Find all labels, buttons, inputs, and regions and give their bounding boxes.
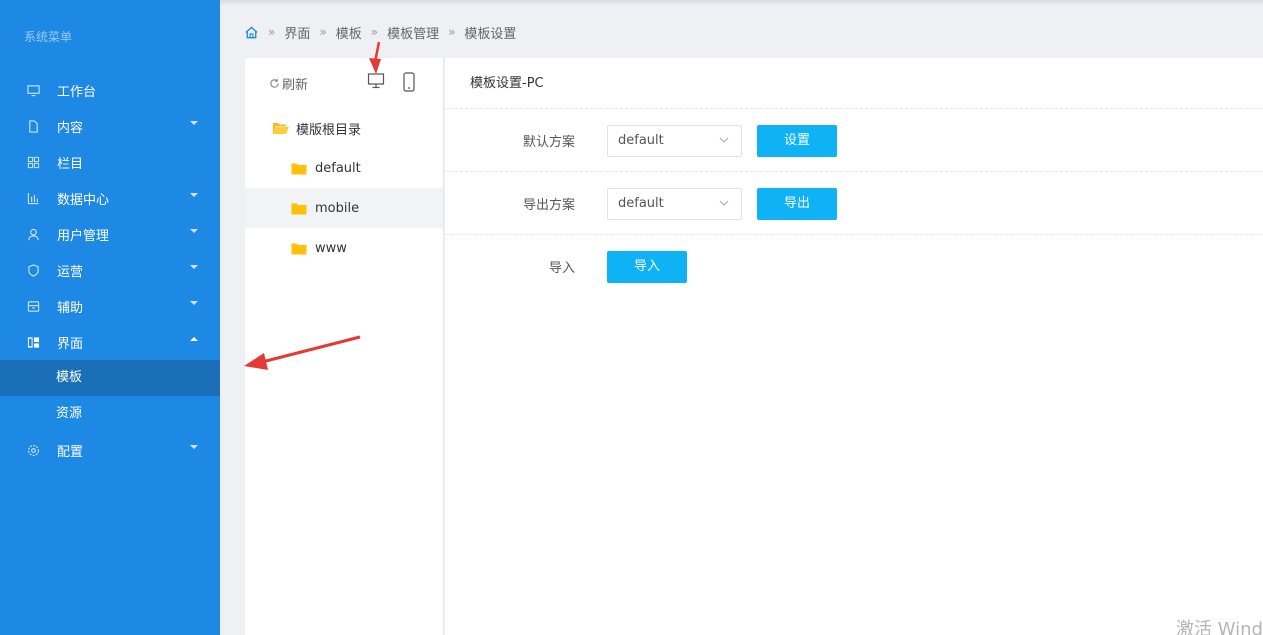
sidebar-item-user-management[interactable]: 用户管理 [0, 216, 220, 252]
export-button[interactable]: 导出 [757, 188, 837, 220]
tree-toolbar: 刷新 [245, 58, 443, 106]
sidebar-item-auxiliary[interactable]: 辅助 [0, 288, 220, 324]
grid-icon [26, 155, 40, 169]
default-scheme-select[interactable]: default [607, 125, 742, 157]
breadcrumb-item[interactable]: 模板管理 [387, 23, 439, 42]
chevron-down-icon [719, 200, 729, 206]
sidebar-item-columns[interactable]: 栏目 [0, 144, 220, 180]
form-label: 导入 [548, 261, 575, 276]
sidebar-item-label: 辅助 [57, 300, 84, 316]
bar-chart-icon [26, 191, 40, 205]
sidebar-item-data-center[interactable]: 数据中心 [0, 180, 220, 216]
sidebar-subitem-template[interactable]: 模板 [0, 360, 220, 396]
desktop-icon[interactable] [367, 72, 385, 90]
breadcrumb-separator: » [319, 25, 327, 39]
sidebar: 系统菜单 工作台 内容 栏目 数据中心 用户管理 运营 辅助 界面 模板 资源 … [0, 0, 220, 635]
sidebar-item-workbench[interactable]: 工作台 [0, 72, 220, 108]
breadcrumb-item-current: 模板设置 [464, 26, 517, 42]
export-scheme-select[interactable]: default [607, 188, 742, 220]
mobile-icon[interactable] [402, 72, 416, 92]
sidebar-title: 系统菜单 [24, 30, 73, 44]
tree-node-label: mobile [315, 200, 360, 216]
tree-root-label: 模版根目录 [296, 122, 362, 138]
chevron-down-icon [190, 301, 198, 305]
chevron-down-icon [190, 193, 198, 197]
sidebar-item-label: 界面 [57, 336, 84, 352]
folder-icon [291, 203, 307, 214]
panel-title: 模板设置-PC [470, 76, 544, 91]
sidebar-item-label: 配置 [57, 444, 84, 460]
folder-icon [291, 163, 307, 174]
sidebar-item-content[interactable]: 内容 [0, 108, 220, 144]
user-icon [26, 227, 40, 241]
breadcrumb: » 界面 » 模板 » 模板管理 » 模板设置 [244, 20, 516, 44]
refresh-button[interactable]: 刷新 [269, 74, 308, 93]
select-value: default [618, 133, 664, 148]
sidebar-item-label: 工作台 [57, 84, 97, 100]
sidebar-item-label: 数据中心 [57, 192, 110, 208]
form-row-import: 导入 导入 [445, 234, 1263, 297]
form-label: 默认方案 [522, 135, 575, 150]
breadcrumb-separator: » [448, 25, 456, 39]
breadcrumb-item[interactable]: 模板 [336, 23, 362, 42]
set-button[interactable]: 设置 [757, 125, 837, 157]
activation-watermark: 激活 Windows [1176, 619, 1263, 635]
top-shadow [220, 0, 1263, 6]
tree-node-label: default [315, 160, 361, 176]
chevron-down-icon [190, 445, 198, 449]
sidebar-item-interface[interactable]: 界面 [0, 324, 220, 360]
gear-icon [26, 443, 40, 457]
monitor-icon [26, 83, 40, 97]
chevron-down-icon [719, 137, 729, 143]
sidebar-subitem-resources[interactable]: 资源 [0, 396, 220, 432]
chevron-down-icon [190, 229, 198, 233]
tree-node[interactable]: mobile [245, 188, 443, 228]
shield-icon [26, 263, 40, 277]
breadcrumb-separator: » [268, 25, 276, 39]
form-row-export-scheme: 导出方案 default 导出 [445, 171, 1263, 234]
chevron-down-icon [190, 265, 198, 269]
sidebar-item-config[interactable]: 配置 [0, 432, 220, 468]
layout-icon [26, 335, 40, 349]
import-button[interactable]: 导入 [607, 251, 687, 283]
refresh-icon [270, 78, 279, 88]
tree-node[interactable]: default [245, 148, 443, 188]
home-icon[interactable] [244, 25, 259, 40]
tree-node-label: www [315, 240, 347, 256]
breadcrumb-item[interactable]: 界面 [284, 23, 310, 42]
sidebar-item-label: 内容 [57, 120, 84, 136]
sidebar-item-label: 运营 [57, 264, 84, 280]
chevron-down-icon [190, 121, 198, 125]
tree-root-folder[interactable]: 模版根目录 [245, 108, 443, 148]
breadcrumb-separator: » [370, 25, 379, 39]
form-label: 导出方案 [522, 198, 575, 213]
document-icon [26, 119, 40, 133]
tree-node[interactable]: www [245, 228, 443, 268]
sidebar-item-label: 栏目 [57, 156, 84, 172]
form-row-default-scheme: 默认方案 default 设置 [445, 108, 1263, 171]
chevron-up-icon [190, 337, 198, 341]
sidebar-item-label: 用户管理 [57, 228, 110, 244]
template-tree-panel: 刷新 模版根目录 default mobile www [245, 58, 444, 635]
folder-open-icon [273, 123, 289, 134]
template-settings-panel: 模板设置-PC 默认方案 default 设置 导出方案 default 导出 … [445, 58, 1263, 635]
refresh-label: 刷新 [282, 78, 309, 93]
sidebar-item-operations[interactable]: 运营 [0, 252, 220, 288]
folder-icon [291, 243, 307, 254]
box-icon [26, 299, 40, 313]
select-value: default [618, 196, 664, 211]
